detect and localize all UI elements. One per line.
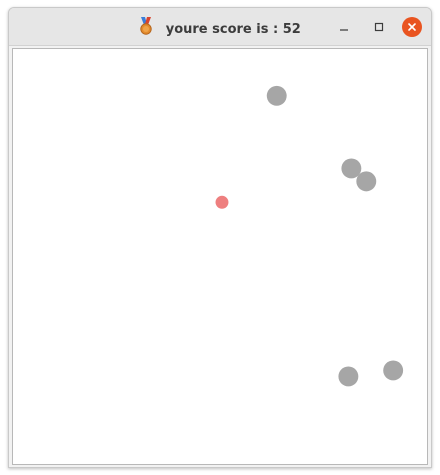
- window-title: youre score is : 52: [9, 17, 431, 39]
- close-button[interactable]: [402, 17, 422, 37]
- minimize-icon: [340, 29, 348, 31]
- game-area[interactable]: [12, 48, 428, 465]
- title-bar[interactable]: youre score is : 52: [9, 8, 431, 46]
- game-window: youre score is : 52: [8, 7, 432, 468]
- game-canvas[interactable]: [13, 49, 427, 464]
- medal-icon: [139, 17, 153, 39]
- enemy-ball: [356, 171, 377, 192]
- maximize-icon: [374, 22, 384, 32]
- enemy-ball: [266, 85, 287, 106]
- enemy-ball: [338, 366, 359, 387]
- player-ball[interactable]: [215, 195, 229, 209]
- maximize-button[interactable]: [369, 17, 389, 37]
- score-title-text: youre score is : 52: [165, 22, 301, 37]
- enemy-ball: [383, 360, 404, 381]
- minimize-button[interactable]: [334, 17, 354, 37]
- close-icon: [408, 23, 416, 31]
